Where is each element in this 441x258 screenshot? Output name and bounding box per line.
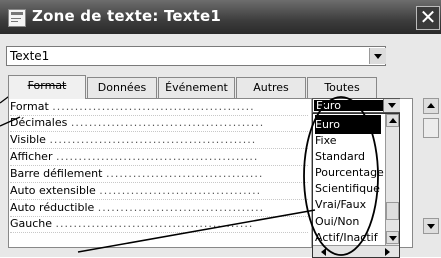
format-combo[interactable]: Euro <box>312 98 400 113</box>
property-row[interactable]: Afficher ...............................… <box>10 149 308 166</box>
tab-toutes[interactable]: Toutes <box>307 77 377 98</box>
property-sheet-window: Zone de texte: Texte1 ✕ Texte1 Format Do… <box>0 0 441 258</box>
scroll-left-icon[interactable] <box>321 248 326 256</box>
chevron-down-icon[interactable] <box>383 99 400 112</box>
tab-autres[interactable]: Autres <box>236 77 306 98</box>
scroll-up-button[interactable] <box>423 98 439 114</box>
window-title: Zone de texte: Texte1 <box>32 7 222 25</box>
scroll-down-button[interactable] <box>386 231 399 244</box>
property-row[interactable]: Format .................................… <box>10 99 308 116</box>
scroll-up-button[interactable] <box>386 114 399 127</box>
object-selector[interactable]: Texte1 <box>6 46 386 66</box>
tab-donnees[interactable]: Données <box>87 77 157 98</box>
property-label: Afficher <box>10 150 53 163</box>
form-icon <box>8 9 26 27</box>
close-icon: ✕ <box>419 5 437 29</box>
property-row[interactable]: Auto extensible ........................… <box>10 183 308 200</box>
tab-format-label: Format <box>27 79 67 92</box>
property-row[interactable]: Visible ................................… <box>10 132 308 149</box>
dropdown-horizontal-scrollbar[interactable] <box>313 245 399 257</box>
close-button[interactable]: ✕ <box>416 6 440 30</box>
title-bar[interactable]: Zone de texte: Texte1 ✕ <box>0 0 441 34</box>
chevron-down-icon[interactable] <box>369 48 386 64</box>
property-label: Auto extensible <box>10 184 96 197</box>
dropdown-vertical-scrollbar[interactable] <box>385 114 399 245</box>
tab-format[interactable]: Format <box>8 75 86 99</box>
scroll-thumb[interactable] <box>423 118 439 138</box>
property-row[interactable]: Auto réductible ........................… <box>10 200 308 217</box>
format-combo-value: Euro <box>314 100 384 111</box>
property-row[interactable]: Gauche .................................… <box>10 216 308 233</box>
tab-evenement[interactable]: Événement <box>158 77 235 98</box>
property-label: Décimales <box>10 116 68 129</box>
property-row[interactable]: Barre défilement .......................… <box>10 166 308 183</box>
property-label: Auto réductible <box>10 201 95 214</box>
panel-scrollbar[interactable] <box>423 98 439 236</box>
property-label: Barre défilement <box>10 167 103 180</box>
property-label: Gauche <box>10 217 53 230</box>
property-label: Format <box>10 100 49 113</box>
property-label: Visible <box>10 133 46 146</box>
scroll-thumb[interactable] <box>386 202 399 220</box>
object-selector-value: Texte1 <box>10 49 50 63</box>
scroll-right-icon[interactable] <box>385 248 390 256</box>
scroll-down-button[interactable] <box>423 218 439 234</box>
property-row[interactable]: Décimales ..............................… <box>10 115 308 132</box>
format-dropdown-list: Euro Fixe Standard Pourcentage Scientifi… <box>312 113 400 258</box>
